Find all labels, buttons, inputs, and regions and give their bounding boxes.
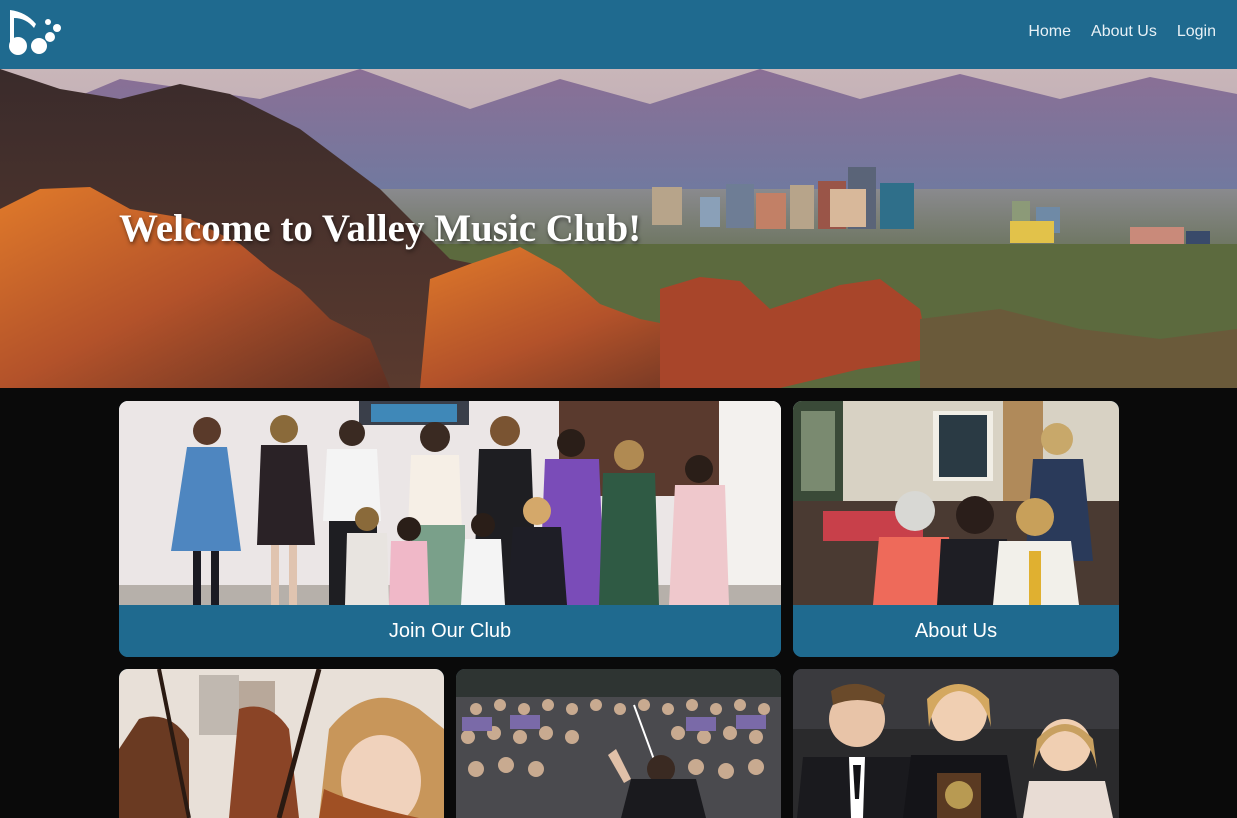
nav-about-us-link[interactable]: About Us bbox=[1091, 22, 1157, 42]
awards-card[interactable] bbox=[793, 669, 1119, 818]
hero-title: Welcome to Valley Music Club! bbox=[119, 207, 642, 250]
join-club-card[interactable]: Join Our Club bbox=[119, 401, 781, 657]
about-us-card[interactable]: About Us bbox=[793, 401, 1119, 657]
music-notes-logo-icon[interactable] bbox=[4, 4, 64, 58]
join-club-label: Join Our Club bbox=[119, 605, 781, 657]
choir-conductor-photo bbox=[456, 669, 781, 818]
hero-banner: Welcome to Valley Music Club! bbox=[0, 69, 1237, 388]
choir-card[interactable] bbox=[456, 669, 781, 818]
nav-login-link[interactable]: Login bbox=[1177, 22, 1216, 42]
women-members-photo bbox=[793, 401, 1119, 605]
about-us-label: About Us bbox=[793, 605, 1119, 657]
main-nav: Home About Us Login bbox=[1028, 22, 1216, 42]
nav-home-link[interactable]: Home bbox=[1028, 22, 1071, 42]
violin-student-photo bbox=[119, 669, 444, 818]
top-navbar: Home About Us Login bbox=[0, 0, 1237, 69]
award-winners-photo bbox=[793, 669, 1119, 818]
violin-card[interactable] bbox=[119, 669, 444, 818]
children-group-photo bbox=[119, 401, 781, 605]
